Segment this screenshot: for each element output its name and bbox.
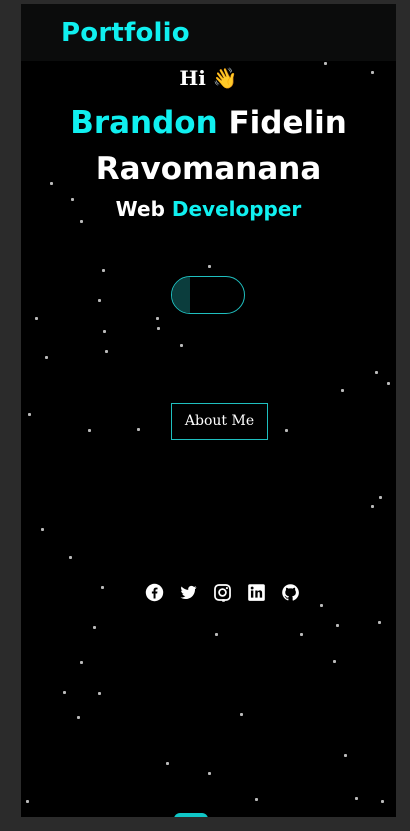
role-prefix: Web [115,197,165,221]
star [63,691,66,694]
star [320,604,323,607]
star [41,528,44,531]
star [156,317,159,320]
wave-icon: 👋 [212,66,238,90]
star [336,624,339,627]
star [45,356,48,359]
navbar: Portfolio [21,4,396,61]
theme-toggle[interactable] [171,276,245,314]
github-icon[interactable] [281,583,300,602]
star [77,716,80,719]
star [333,660,336,663]
star [26,800,29,803]
role-accent: Developper [171,197,302,221]
star [344,754,347,757]
star [355,797,358,800]
star [137,428,140,431]
star [324,62,327,65]
star [375,371,378,374]
facebook-icon[interactable] [145,583,164,602]
star [208,265,211,268]
star [387,382,390,385]
last-name-part-1: Fidelin [228,105,347,141]
scroll-up-button[interactable] [174,813,208,817]
hero-name: Brandon Fidelin Ravomanana [21,100,396,192]
star [35,317,38,320]
last-name-part-2: Ravomanana [95,151,322,187]
star [69,556,72,559]
star [103,330,106,333]
star [105,350,108,353]
star [88,429,91,432]
star [371,505,374,508]
star [285,429,288,432]
star [28,413,31,416]
star [300,633,303,636]
star [80,661,83,664]
star [157,327,160,330]
star [93,626,96,629]
linkedin-icon[interactable] [247,583,266,602]
brand-logo-text[interactable]: Portfolio [61,18,190,48]
star [180,344,183,347]
star [255,798,258,801]
star [379,496,382,499]
greeting-text: Hi [179,66,206,90]
first-name: Brandon [70,105,218,141]
star [215,633,218,636]
star [166,762,169,765]
about-me-button[interactable]: About Me [171,403,268,440]
star [208,772,211,775]
instagram-icon[interactable] [213,583,232,602]
star [102,269,105,272]
star [101,586,104,589]
greeting: Hi 👋 [21,66,396,90]
social-links [145,581,300,603]
star [98,692,101,695]
star [381,800,384,803]
star [240,713,243,716]
star [341,389,344,392]
star [98,299,101,302]
toggle-knob [172,277,190,313]
twitter-icon[interactable] [179,583,198,602]
hero-role: Web Developper [21,197,396,221]
star [378,621,381,624]
page-frame: Portfolio Hi 👋 Brandon Fidelin Ravomanan… [21,4,396,817]
